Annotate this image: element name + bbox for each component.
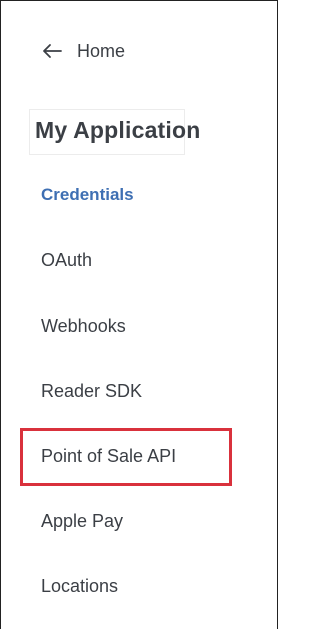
sidebar-panel: Home My Application Credentials OAuth We… <box>0 0 278 629</box>
sidebar-item-reader-sdk[interactable]: Reader SDK <box>41 381 142 402</box>
highlight-box <box>20 428 232 486</box>
sidebar-item-apple-pay[interactable]: Apple Pay <box>41 511 123 532</box>
sidebar-item-oauth[interactable]: OAuth <box>41 250 92 271</box>
sidebar-item-credentials[interactable]: Credentials <box>41 185 134 205</box>
home-link[interactable]: Home <box>41 37 125 65</box>
arrow-left-icon <box>41 43 63 59</box>
home-link-label: Home <box>77 40 126 61</box>
page-title: My Application <box>35 117 201 143</box>
sidebar-item-locations[interactable]: Locations <box>41 576 118 597</box>
sidebar-item-webhooks[interactable]: Webhooks <box>41 316 126 337</box>
